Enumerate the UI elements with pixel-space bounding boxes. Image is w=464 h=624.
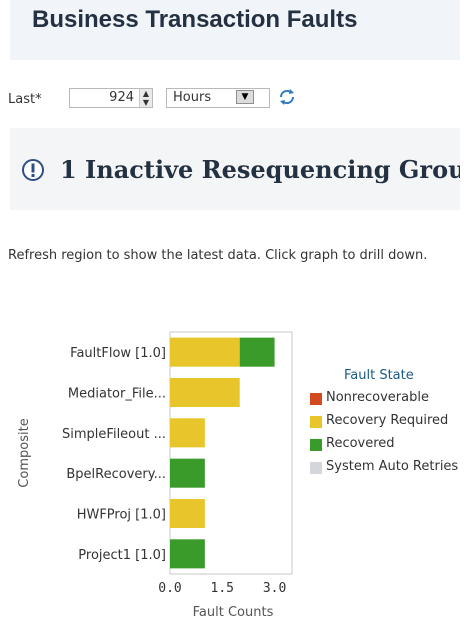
category-label: FaultFlow [1.0] [70,346,166,361]
x-tick-label: 1.5 [211,581,234,596]
category-label: BpelRecovery... [66,467,166,482]
bar-recovered[interactable] [239,337,275,367]
x-tick-label: 3.0 [263,581,286,596]
legend-item: System Auto Retries [310,460,460,474]
bar-recovered[interactable] [170,539,205,569]
refresh-icon[interactable] [278,88,296,106]
warning-text[interactable]: 1 Inactive Resequencing Groups [60,155,460,184]
legend-item: Recovered [310,437,460,451]
legend-item: Recovery Required [310,414,460,428]
y-axis-label: Composite [17,418,32,487]
value-spinner[interactable]: ▲ ▼ [139,89,152,107]
category-label: Project1 [1.0] [78,548,166,563]
info-text: Refresh region to show the latest data. … [8,248,428,263]
units-select[interactable]: Hours [166,88,270,108]
x-axis-label: Fault Counts [193,605,274,620]
bar-recovery-required[interactable] [170,337,240,367]
legend-title: Fault State [344,368,414,383]
category-label: SimpleFileout ... [62,427,166,442]
bar-recovered[interactable] [170,458,205,488]
category-label: Mediator_File... [68,387,166,402]
header-band: Business Transaction Faults [10,0,460,60]
chart-legend: Fault State Nonrecoverable Recovery Requi… [310,368,460,483]
legend-swatch [310,393,322,405]
legend-swatch [310,439,322,451]
legend-item: Nonrecoverable [310,391,460,405]
legend-label: Recovery Required [326,413,449,428]
legend-swatch [310,416,322,428]
category-label: HWFProj [1.0] [77,508,166,523]
warning-banner: 1 Inactive Resequencing Groups [10,128,460,210]
legend-swatch [310,462,322,474]
plot-frame [169,331,293,575]
last-label: Last* [8,92,42,107]
legend-label: System Auto Retries [326,459,459,474]
x-tick-label: 0.0 [158,581,181,596]
page-title: Business Transaction Faults [32,6,358,33]
info-alert-icon [22,159,44,181]
legend-label: Recovered [326,436,395,451]
bar-recovery-required[interactable] [170,418,205,448]
bar-recovery-required[interactable] [170,377,240,408]
chevron-down-icon[interactable]: ▼ [236,90,254,104]
bar-recovery-required[interactable] [170,498,205,529]
legend-label: Nonrecoverable [326,390,429,405]
